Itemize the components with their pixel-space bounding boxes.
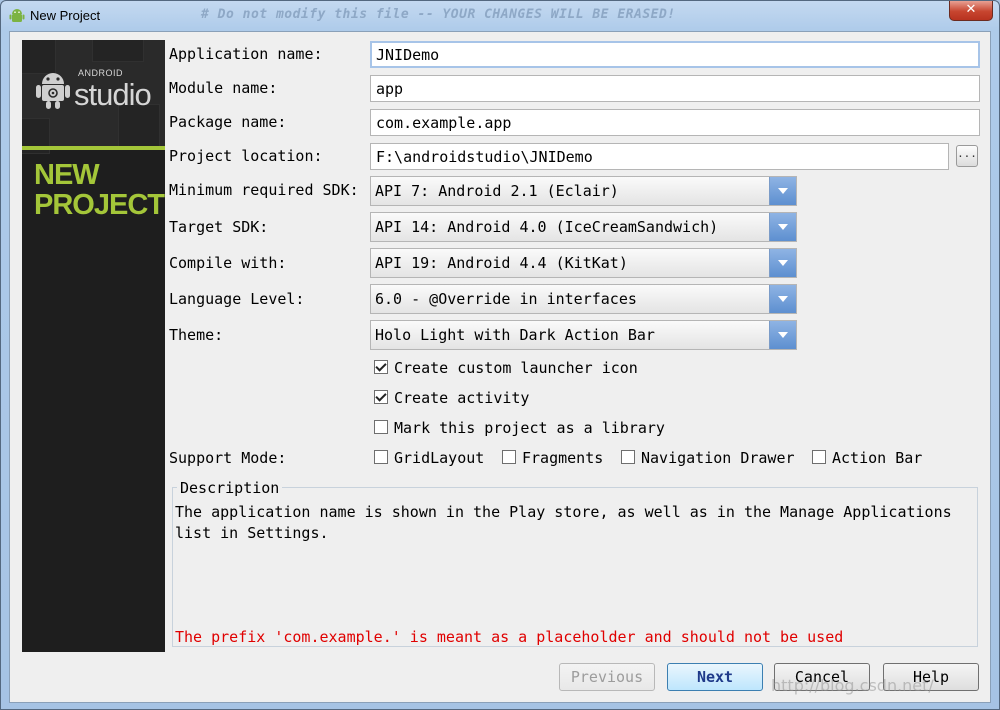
language-level-dropdown[interactable]: 6.0 - @Override in interfaces <box>370 284 797 314</box>
checkbox-unchecked-icon[interactable] <box>374 420 388 434</box>
banner-divider <box>22 146 165 150</box>
description-text: The application name is shown in the Pla… <box>175 503 952 542</box>
navigation-drawer-checkbox[interactable]: Navigation Drawer <box>621 449 795 467</box>
target-sdk-dropdown[interactable]: API 14: Android 4.0 (IceCreamSandwich) <box>370 212 797 242</box>
banner-tile <box>92 40 144 62</box>
create-activity-checkbox[interactable]: Create activity <box>374 389 529 407</box>
background-code-text: # Do not modify this file -- YOUR CHANGE… <box>201 7 676 22</box>
target-sdk-label: Target SDK: <box>169 218 269 236</box>
watermark-text: http://blog.csdn.net/ <box>771 676 934 695</box>
gridlayout-checkbox[interactable]: GridLayout <box>374 449 484 467</box>
module-name-label: Module name: <box>169 79 278 97</box>
mark-as-library-checkbox[interactable]: Mark this project as a library <box>374 419 665 437</box>
new-project-window: New Project # Do not modify this file --… <box>0 0 1000 710</box>
compile-with-dropdown[interactable]: API 19: Android 4.4 (KitKat) <box>370 248 797 278</box>
dialog-content: ANDROID studio NEW PROJECT Application n… <box>9 31 991 703</box>
gridlayout-label: GridLayout <box>394 449 485 467</box>
checkbox-unchecked-icon[interactable] <box>502 450 516 464</box>
target-sdk-value: API 14: Android 4.0 (IceCreamSandwich) <box>375 218 719 236</box>
checkbox-checked-icon[interactable] <box>374 390 388 404</box>
mark-as-library-label: Mark this project as a library <box>394 419 665 437</box>
create-launcher-icon-label: Create custom launcher icon <box>394 359 638 377</box>
create-launcher-icon-checkbox[interactable]: Create custom launcher icon <box>374 359 638 377</box>
chevron-down-icon[interactable] <box>769 177 796 205</box>
checkbox-checked-icon[interactable] <box>374 360 388 374</box>
checkbox-unchecked-icon[interactable] <box>812 450 826 464</box>
chevron-down-icon[interactable] <box>769 249 796 277</box>
minimum-sdk-label: Minimum required SDK: <box>169 181 359 199</box>
chevron-down-icon[interactable] <box>769 321 796 349</box>
title-bar[interactable]: New Project # Do not modify this file --… <box>1 1 999 31</box>
compile-with-value: API 19: Android 4.4 (KitKat) <box>375 254 628 272</box>
minimum-sdk-dropdown[interactable]: API 7: Android 2.1 (Eclair) <box>370 176 797 206</box>
module-name-input[interactable] <box>370 75 980 102</box>
previous-button[interactable]: Previous <box>559 663 655 691</box>
browse-location-button[interactable]: ... <box>956 145 978 167</box>
banner-heading-line2: PROJECT <box>34 189 165 221</box>
checkbox-unchecked-icon[interactable] <box>621 450 635 464</box>
banner-tile <box>22 40 56 74</box>
package-name-label: Package name: <box>169 113 287 131</box>
minimum-sdk-value: API 7: Android 2.1 (Eclair) <box>375 182 619 200</box>
chevron-down-icon[interactable] <box>769 213 796 241</box>
package-name-input[interactable] <box>370 109 980 136</box>
fragments-label: Fragments <box>522 449 604 467</box>
compile-with-label: Compile with: <box>169 254 287 272</box>
action-bar-label: Action Bar <box>832 449 923 467</box>
project-location-input[interactable] <box>370 143 949 170</box>
android-studio-icon <box>9 9 25 22</box>
package-warning-text: The prefix 'com.example.' is meant as a … <box>175 628 844 646</box>
theme-value: Holo Light with Dark Action Bar <box>375 326 655 344</box>
support-mode-label: Support Mode: <box>169 449 287 467</box>
navigation-drawer-label: Navigation Drawer <box>641 449 795 467</box>
action-bar-checkbox[interactable]: Action Bar <box>812 449 922 467</box>
application-name-label: Application name: <box>169 45 323 63</box>
next-button[interactable]: Next <box>667 663 763 691</box>
close-icon: ✕ <box>965 2 977 17</box>
create-activity-label: Create activity <box>394 389 530 407</box>
language-level-value: 6.0 - @Override in interfaces <box>375 290 637 308</box>
theme-dropdown[interactable]: Holo Light with Dark Action Bar <box>370 320 797 350</box>
studio-wordmark: studio <box>74 77 152 112</box>
language-level-label: Language Level: <box>169 290 305 308</box>
description-heading: Description <box>177 479 283 497</box>
close-button[interactable]: ✕ <box>949 1 993 21</box>
theme-label: Theme: <box>169 326 224 344</box>
application-name-input[interactable] <box>370 41 980 68</box>
project-location-label: Project location: <box>169 147 323 165</box>
chevron-down-icon[interactable] <box>769 285 796 313</box>
fragments-checkbox[interactable]: Fragments <box>502 449 603 467</box>
banner-heading-line1: NEW <box>34 159 100 191</box>
window-title: New Project <box>30 8 101 23</box>
new-project-banner: ANDROID studio NEW PROJECT <box>22 40 165 652</box>
android-robot-icon <box>36 73 70 109</box>
checkbox-unchecked-icon[interactable] <box>374 450 388 464</box>
description-panel: Description The application name is show… <box>172 479 978 647</box>
